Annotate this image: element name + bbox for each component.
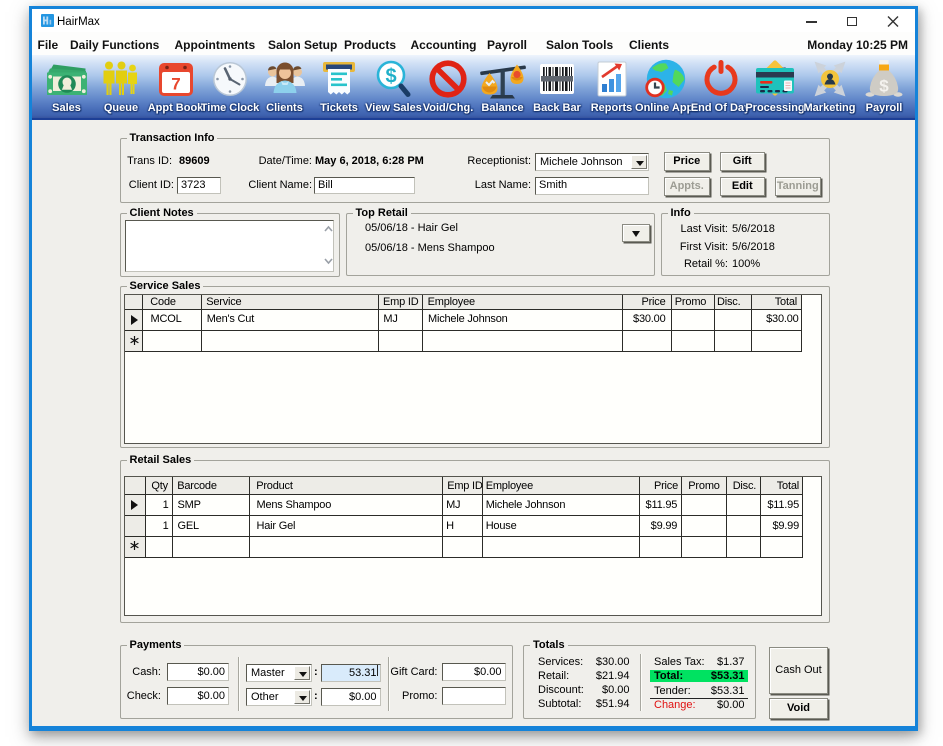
svg-text:7: 7 <box>171 74 180 93</box>
svg-text:$: $ <box>879 76 889 95</box>
svg-text:$: $ <box>385 65 396 87</box>
